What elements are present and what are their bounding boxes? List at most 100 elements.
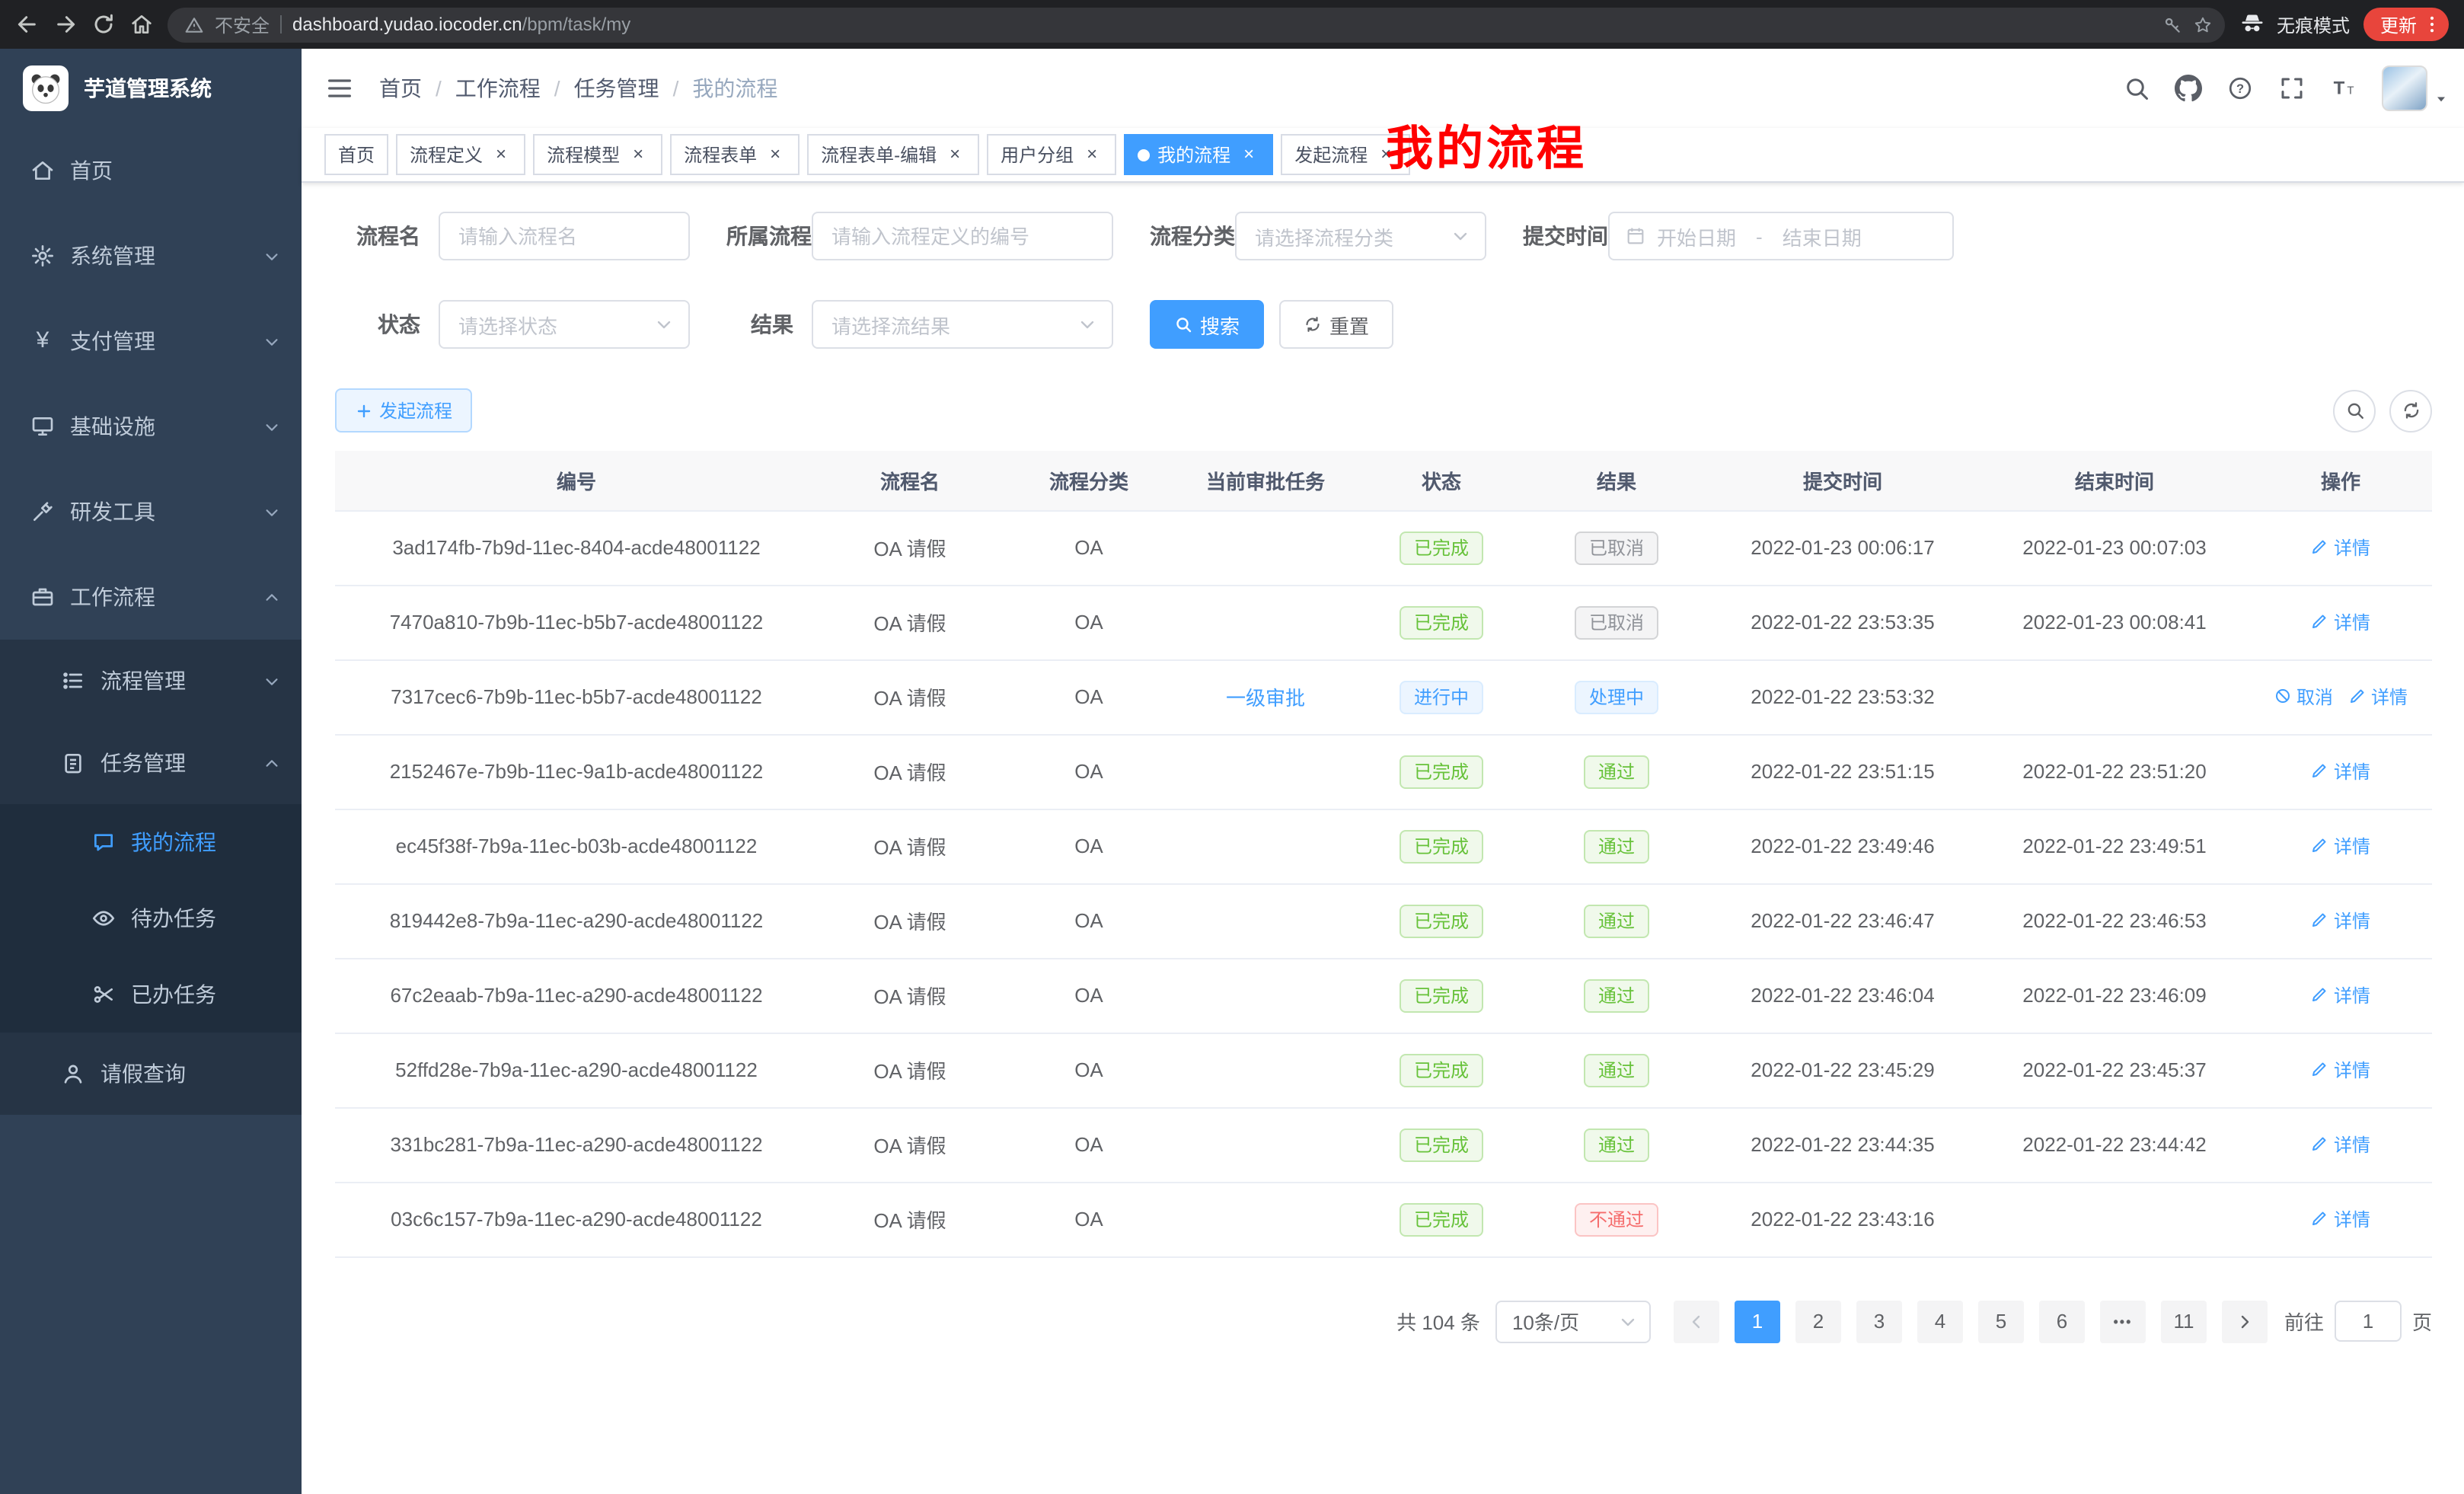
category-select[interactable]: 请选择流程分类 [1235, 212, 1486, 260]
pager-more[interactable]: ••• [2100, 1300, 2146, 1342]
sidebar-menu: 首页系统管理¥支付管理基础设施研发工具工作流程流程管理任务管理我的流程待办任务已… [0, 128, 302, 1115]
close-icon[interactable]: × [1238, 144, 1259, 165]
close-icon[interactable]: × [1081, 144, 1103, 165]
font-size-icon[interactable]: TT [2330, 75, 2357, 102]
cancel-link[interactable]: 取消 [2274, 684, 2333, 710]
sidebar-item-label: 请假查询 [101, 1058, 280, 1089]
github-icon[interactable] [2175, 75, 2202, 102]
sidebar-item-label: 基础设施 [70, 411, 263, 442]
page-button-1[interactable]: 1 [1735, 1300, 1780, 1342]
app-logo[interactable]: 芋道管理系统 [0, 49, 302, 128]
cell-process-name: OA 请假 [818, 809, 1002, 883]
sidebar-item-task-management[interactable]: 任务管理 [0, 722, 302, 804]
browser-home-icon[interactable] [129, 12, 154, 37]
back-icon[interactable] [15, 12, 40, 37]
sidebar-item-payment-management[interactable]: ¥支付管理 [0, 298, 302, 384]
prev-page-button[interactable] [1674, 1300, 1719, 1342]
close-icon[interactable]: × [627, 144, 649, 165]
sidebar-item-workflow[interactable]: 工作流程 [0, 554, 302, 640]
detail-link[interactable]: 详情 [2311, 535, 2370, 560]
tab-发起流程[interactable]: 发起流程× [1281, 134, 1410, 175]
breadcrumb-item[interactable]: 工作流程 [455, 73, 541, 104]
search-button[interactable]: 搜索 [1150, 300, 1264, 349]
next-page-button[interactable] [2222, 1300, 2268, 1342]
toggle-search-button[interactable] [2333, 389, 2376, 432]
page-button-3[interactable]: 3 [1856, 1300, 1902, 1342]
yen-icon: ¥ [30, 329, 55, 353]
search-icon[interactable] [2123, 75, 2150, 102]
sidebar-item-dev-tools[interactable]: 研发工具 [0, 469, 302, 554]
more-vert-icon[interactable] [2421, 14, 2443, 35]
fullscreen-icon[interactable] [2278, 75, 2306, 102]
cancel-icon [2274, 688, 2292, 706]
reset-button[interactable]: 重置 [1279, 300, 1393, 349]
detail-link[interactable]: 详情 [2311, 758, 2370, 784]
cell-status: 已完成 [1355, 510, 1527, 585]
cell-id: 3ad174fb-7b9d-11ec-8404-acde48001122 [335, 510, 818, 585]
page-size-select[interactable]: 10条/页 [1495, 1300, 1651, 1342]
close-icon[interactable]: × [764, 144, 786, 165]
refresh-table-button[interactable] [2389, 389, 2432, 432]
status-select[interactable]: 请选择状态 [439, 300, 690, 349]
help-icon[interactable]: ? [2226, 75, 2254, 102]
detail-link[interactable]: 详情 [2348, 684, 2408, 710]
sidebar-item-process-management[interactable]: 流程管理 [0, 640, 302, 722]
breadcrumb-item[interactable]: 首页 [379, 73, 422, 104]
process-definition-input[interactable] [812, 212, 1113, 260]
close-icon[interactable]: × [944, 144, 965, 165]
sidebar-item-system-management[interactable]: 系统管理 [0, 213, 302, 298]
goto-page-input[interactable] [2335, 1301, 2402, 1342]
tab-流程定义[interactable]: 流程定义× [396, 134, 525, 175]
date-range-picker[interactable]: 开始日期 - 结束日期 [1608, 212, 1954, 260]
page-button-2[interactable]: 2 [1795, 1300, 1841, 1342]
cell-end-time: 2022-01-22 23:44:42 [1980, 1107, 2249, 1182]
detail-link[interactable]: 详情 [2311, 833, 2370, 859]
calendar-icon [1625, 225, 1646, 247]
detail-link[interactable]: 详情 [2311, 1057, 2370, 1083]
detail-link[interactable]: 详情 [2311, 982, 2370, 1008]
current-task-link[interactable]: 一级审批 [1226, 687, 1305, 710]
breadcrumb-item[interactable]: 任务管理 [574, 73, 659, 104]
detail-link[interactable]: 详情 [2311, 609, 2370, 635]
reload-icon[interactable] [91, 12, 116, 37]
sidebar-item-todo-tasks[interactable]: 待办任务 [0, 880, 302, 956]
cell-actions: 详情 [2249, 1107, 2432, 1182]
tab-流程表单[interactable]: 流程表单× [670, 134, 800, 175]
detail-link[interactable]: 详情 [2311, 1132, 2370, 1157]
url-text: dashboard.yudao.iocoder.cn/bpm/task/my [292, 14, 630, 35]
sidebar-item-my-process[interactable]: 我的流程 [0, 804, 302, 880]
cell-submit-time: 2022-01-22 23:44:35 [1706, 1107, 1980, 1182]
column-header: 结果 [1527, 451, 1706, 510]
page-button-4[interactable]: 4 [1917, 1300, 1963, 1342]
sidebar-item-home[interactable]: 首页 [0, 128, 302, 213]
address-bar[interactable]: 不安全 dashboard.yudao.iocoder.cn/bpm/task/… [168, 7, 2225, 42]
page-button-6[interactable]: 6 [2039, 1300, 2085, 1342]
page-button-5[interactable]: 5 [1978, 1300, 2024, 1342]
sidebar-item-infrastructure[interactable]: 基础设施 [0, 384, 302, 469]
cell-end-time: 2022-01-23 00:07:03 [1980, 510, 2249, 585]
caret-down-icon[interactable] [2434, 91, 2449, 107]
tab-用户分组[interactable]: 用户分组× [987, 134, 1116, 175]
tab-流程模型[interactable]: 流程模型× [533, 134, 662, 175]
process-name-input[interactable] [439, 212, 690, 260]
tab-流程表单-编辑[interactable]: 流程表单-编辑× [807, 134, 979, 175]
page-button-11[interactable]: 11 [2161, 1300, 2207, 1342]
close-icon[interactable]: × [490, 144, 512, 165]
update-button[interactable]: 更新 [2363, 8, 2449, 41]
cell-id: 7470a810-7b9b-11ec-b5b7-acde48001122 [335, 585, 818, 659]
key-icon[interactable] [2162, 14, 2182, 34]
sidebar-item-leave-query[interactable]: 请假查询 [0, 1033, 302, 1115]
star-icon[interactable] [2193, 14, 2213, 34]
sidebar-item-done-tasks[interactable]: 已办任务 [0, 956, 302, 1033]
forward-icon[interactable] [53, 12, 78, 37]
tab-首页[interactable]: 首页 [324, 134, 388, 175]
user-avatar[interactable] [2382, 65, 2427, 111]
detail-link[interactable]: 详情 [2311, 1206, 2370, 1232]
result-select[interactable]: 请选择流结果 [812, 300, 1113, 349]
start-process-button[interactable]: 发起流程 [335, 388, 472, 433]
detail-link[interactable]: 详情 [2311, 908, 2370, 934]
close-icon[interactable]: × [1375, 144, 1396, 165]
cell-process-name: OA 请假 [818, 1182, 1002, 1256]
hamburger-icon[interactable] [324, 73, 355, 104]
tab-我的流程[interactable]: 我的流程× [1124, 134, 1273, 175]
